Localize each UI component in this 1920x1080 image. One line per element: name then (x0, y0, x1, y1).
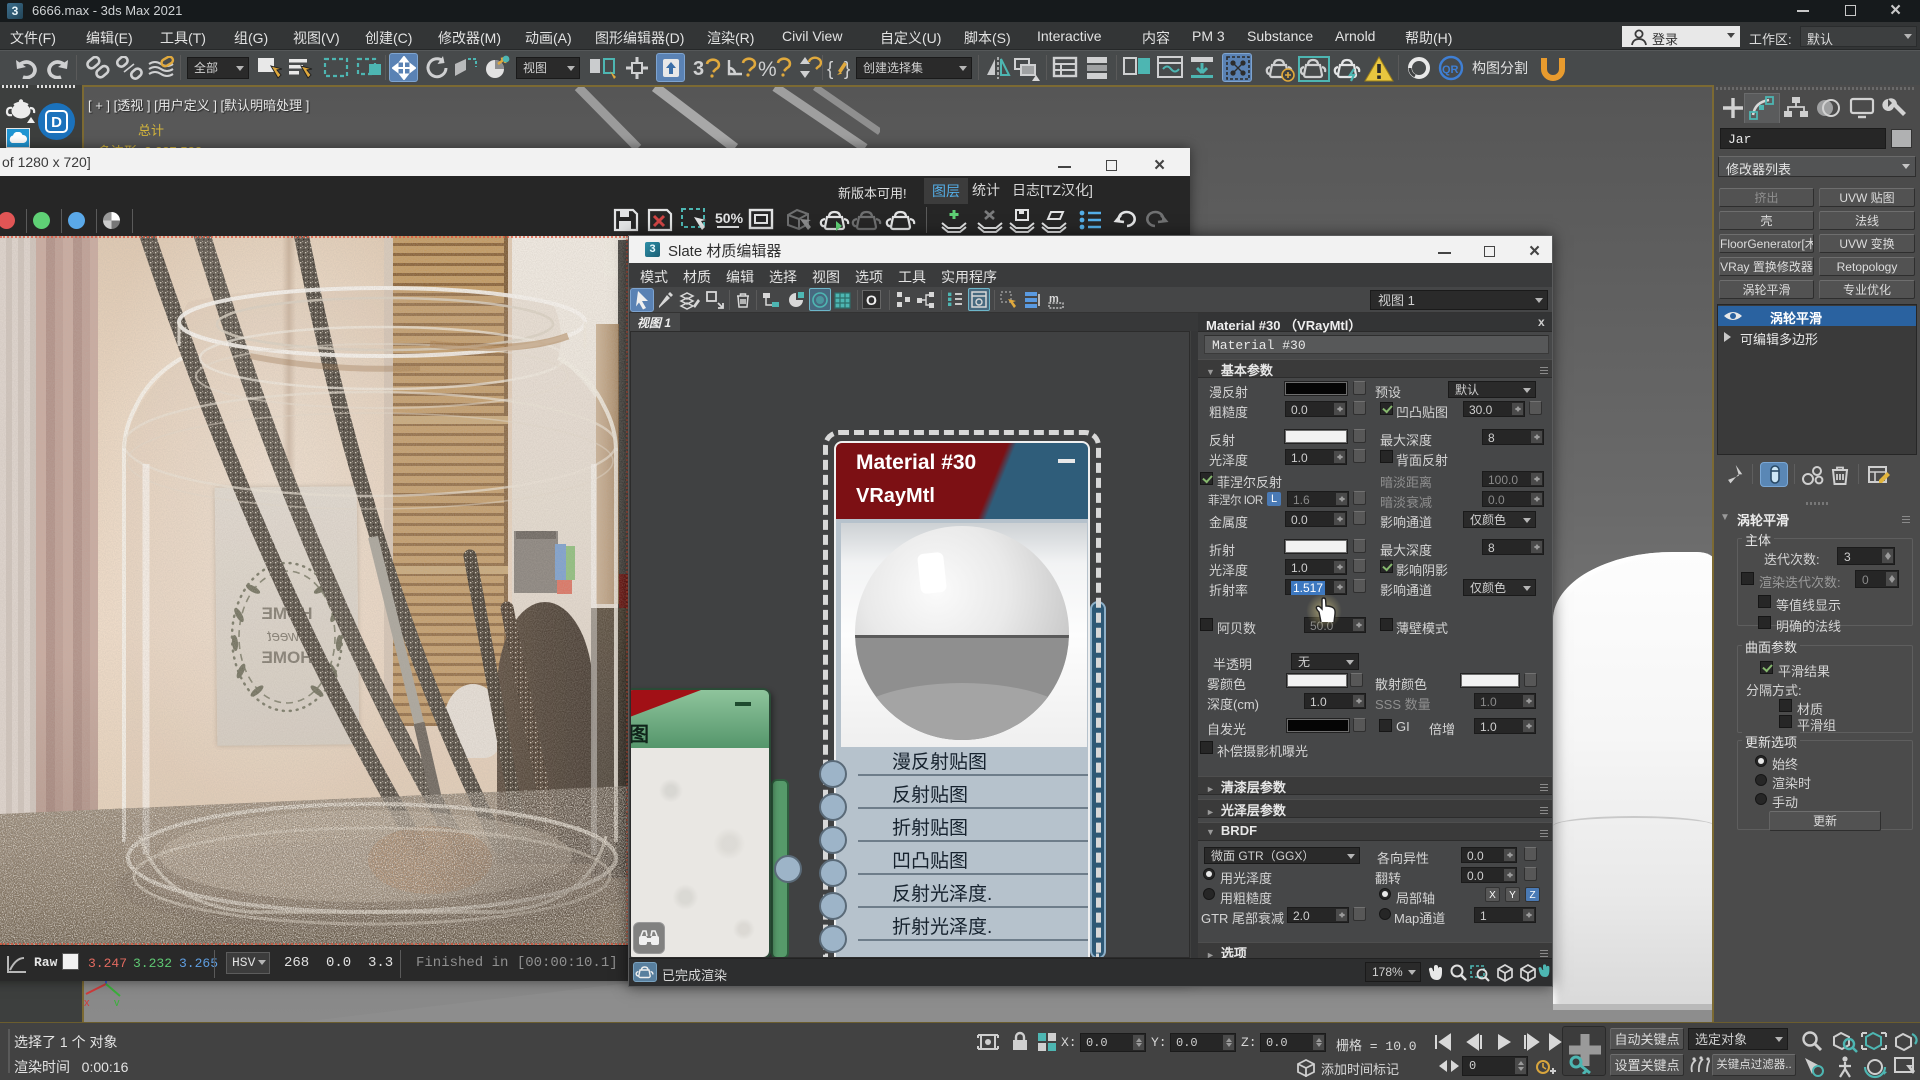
svg-text:50%: 50% (715, 210, 744, 226)
svg-text:x: x (84, 997, 90, 1006)
svg-text:y: y (114, 997, 120, 1006)
